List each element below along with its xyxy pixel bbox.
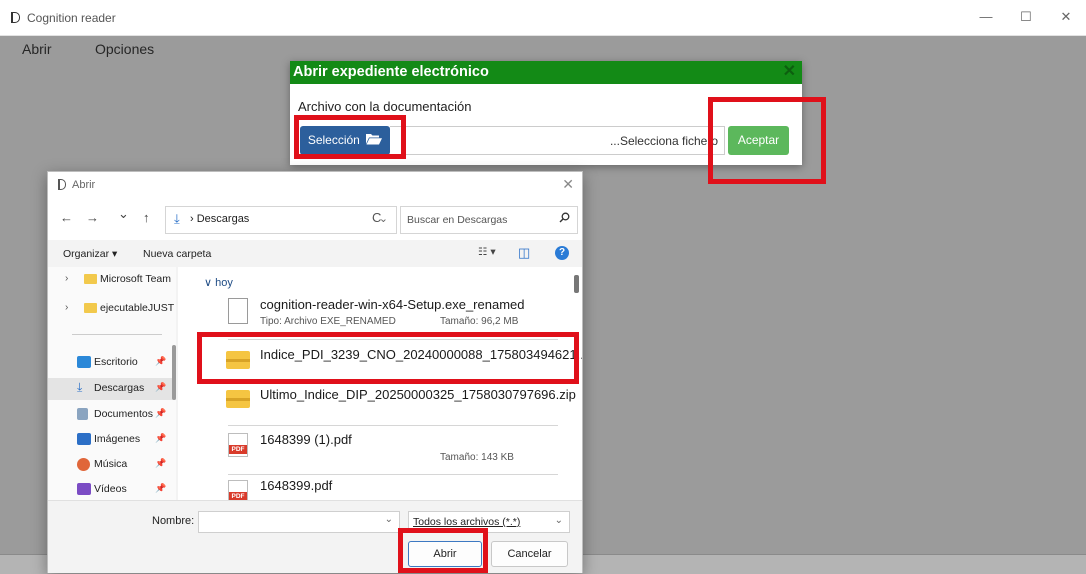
file-item[interactable]: cognition-reader-win-x64-Setup.exe_renam… [198,294,558,342]
search-icon [559,212,570,223]
zip-folder-icon [226,351,250,369]
dialog-footer: Nombre: ⌄ Todos los archivos (*.*) ⌄ Abr… [48,500,582,573]
dialog-close-button[interactable]: ✕ [562,176,574,193]
menu-abrir[interactable]: Abrir [22,41,52,57]
preview-pane-icon[interactable]: ◫ [518,245,530,261]
quick-access-descargas[interactable]: ⤓ Descargas 📌 [48,378,176,400]
refresh-icon[interactable]: C [372,210,381,225]
dialog-app-icon [58,179,66,190]
modal-title: Abrir expediente electrónico [293,64,489,80]
pdf-icon: PDF [228,480,248,500]
quick-access-musica[interactable]: Música 📌 [48,454,176,476]
quick-access-documentos[interactable]: Documentos 📌 [48,404,176,426]
quick-access-videos[interactable]: Vídeos 📌 [48,479,176,500]
pin-icon: 📌 [155,408,167,418]
divider [228,339,558,340]
minimize-button[interactable]: — [975,8,997,26]
expand-icon[interactable]: › [65,273,68,284]
back-button[interactable]: ← [60,210,73,225]
desktop-icon [77,356,91,368]
chevron-down-icon: ⌄ [554,515,563,526]
folder-open-icon [366,134,383,145]
open-record-modal: Abrir expediente electrónico ✕ Archivo c… [290,61,802,165]
expand-icon[interactable]: › [65,302,68,313]
recent-locations-button[interactable]: ⌄ [118,206,129,222]
view-options-button[interactable]: ☷ ▾ [478,246,496,258]
music-icon [77,458,90,471]
organize-button[interactable]: Organizar ▾ [63,248,117,260]
divider [72,334,162,335]
file-path-input[interactable]: ...Selecciona fichero [390,126,725,155]
menu-opciones[interactable]: Opciones [95,41,154,57]
divider [228,379,558,380]
dialog-title: Abrir [72,179,96,191]
new-folder-button[interactable]: Nueva carpeta [143,248,211,260]
select-button-label: Selección [307,133,360,147]
window-titlebar: Cognition reader — ☐ ✕ [0,0,1086,36]
maximize-button[interactable]: ☐ [1015,8,1037,26]
help-icon[interactable]: ? [555,246,569,260]
tree-item-ejecutable[interactable]: › ejecutableJUST [48,298,176,320]
zip-folder-icon [226,390,250,408]
file-label: Archivo con la documentación [298,99,472,114]
app-logo-icon [11,12,20,23]
folder-icon [84,303,97,313]
window-title: Cognition reader [27,11,116,25]
open-file-dialog: Abrir ✕ ← → ⌄ ↑ ⤓ › Descargas ⌄ C Buscar… [47,171,583,573]
breadcrumb: › Descargas [190,213,250,225]
file-item[interactable]: PDF 1648399 (1).pdf Tamaño: 143 KB [198,429,558,477]
chevron-down-icon[interactable]: ⌄ [385,514,393,525]
search-input[interactable]: Buscar en Descargas [400,206,578,234]
accept-button[interactable]: Aceptar [728,126,789,155]
pin-icon: 📌 [155,433,167,443]
filename-label: Nombre: [152,515,195,527]
divider [228,425,558,426]
modal-header: Abrir expediente electrónico ✕ [290,61,802,84]
documents-icon [77,408,88,420]
file-path-placeholder: ...Selecciona fichero [609,134,718,148]
file-type-select[interactable]: Todos los archivos (*.*) ⌄ [408,511,570,533]
videos-icon [77,483,91,495]
tree-item-microsoft-teams[interactable]: › Microsoft Team [48,269,176,291]
menu-bar: Abrir Opciones [0,36,1086,62]
open-button[interactable]: Abrir [408,541,482,567]
file-list-scrollbar[interactable] [574,275,579,293]
pin-icon: 📌 [155,356,167,366]
close-window-button[interactable]: ✕ [1055,8,1077,26]
search-placeholder: Buscar en Descargas [407,214,508,226]
pdf-icon: PDF [228,433,248,457]
navigation-pane: › Microsoft Team › ejecutableJUST Escrit… [48,267,176,500]
select-file-button[interactable]: Selección [300,126,390,155]
file-item[interactable]: PDF 1648399.pdf [198,476,558,500]
nav-pane-scrollbar[interactable] [172,345,176,400]
forward-button[interactable]: → [86,210,99,225]
document-icon [228,298,248,324]
filename-input[interactable]: ⌄ [198,511,400,533]
quick-access-escritorio[interactable]: Escritorio 📌 [48,352,176,374]
download-icon: ⤓ [77,380,83,394]
address-bar: ← → ⌄ ↑ ⤓ › Descargas ⌄ C Buscar en Desc… [48,200,582,240]
path-field[interactable]: ⤓ › Descargas ⌄ [165,206,397,234]
modal-close-icon[interactable]: ✕ [783,61,796,81]
folder-icon [84,274,97,284]
cancel-button[interactable]: Cancelar [491,541,568,567]
quick-access-imagenes[interactable]: Imágenes 📌 [48,429,176,451]
dialog-toolbar: Organizar ▾ Nueva carpeta ☷ ▾ ◫ ? [48,240,582,267]
pictures-icon [77,433,91,445]
up-button[interactable]: ↑ [143,210,150,225]
group-header-today[interactable]: ∨ hoy [204,276,233,289]
dialog-titlebar: Abrir ✕ [48,172,582,200]
divider [228,474,558,475]
pin-icon: 📌 [155,382,167,392]
download-icon: ⤓ [174,211,180,226]
pin-icon: 📌 [155,483,167,493]
file-item[interactable]: Ultimo_Indice_DIP_20250000325_1758030797… [198,382,576,430]
pin-icon: 📌 [155,458,167,468]
file-list: ∨ hoy cognition-reader-win-x64-Setup.exe… [178,267,582,500]
